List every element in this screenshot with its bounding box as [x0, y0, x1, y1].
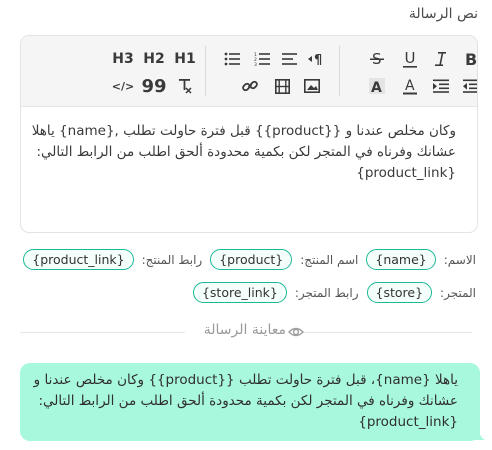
preview-header: معاينة الرسالة [20, 322, 472, 342]
italic-icon[interactable] [428, 48, 454, 70]
name-variable-label: الاسم: [443, 252, 476, 267]
toolbar-divider [205, 46, 206, 96]
editor-toolbar: H3 H2 H1 123 ¶ S U B </> 99 A A [21, 36, 477, 107]
product-link-variable-label: رابط المنتج: [141, 252, 203, 267]
svg-text:B: B [465, 51, 477, 67]
preview-line: ياهلا {name}، قبل فترة حاولت تطلب {{prod… [33, 372, 458, 388]
bold-icon[interactable]: B [458, 48, 477, 70]
video-icon[interactable] [269, 75, 295, 97]
heading1-button[interactable]: H1 [172, 48, 198, 70]
preview-message: ياهلا {name}، قبل فترة حاولت تطلب {{prod… [18, 370, 458, 433]
clear-format-icon[interactable] [172, 75, 198, 97]
name-variable-chip[interactable]: {name} [366, 249, 436, 270]
svg-text:A: A [405, 78, 415, 94]
toolbar-divider [339, 46, 340, 96]
bubble-tail [475, 428, 485, 440]
message-label: نص الرسالة [408, 6, 478, 22]
variables-row-store: المتجر: {store} رابط المتجر: {store_link… [185, 282, 476, 303]
outdent-icon[interactable] [458, 75, 477, 97]
message-editor[interactable]: H3 H2 H1 123 ¶ S U B </> 99 A A وكان مخل… [20, 35, 478, 233]
editor-line: عشانك وفرناه في المتجر لكن بكمية محدودة … [36, 144, 456, 160]
font-color-icon[interactable]: A [397, 75, 423, 97]
image-icon[interactable] [299, 75, 325, 97]
editor-content[interactable]: وكان مخلص عندنا و {{product}} قبل فترة ح… [31, 121, 456, 184]
preview-title: معاينة الرسالة [203, 322, 286, 338]
strikethrough-icon[interactable]: S [364, 48, 390, 70]
store-variable-chip[interactable]: {store} [366, 282, 433, 303]
indent-icon[interactable] [428, 75, 454, 97]
numbered-list-icon[interactable]: 123 [249, 48, 275, 70]
link-icon[interactable] [237, 75, 263, 97]
highlight-color-icon[interactable]: A [364, 75, 390, 97]
eye-icon [288, 327, 304, 337]
variables-row-product: الاسم: {name} اسم المنتج: {product} رابط… [15, 249, 476, 270]
product-link-variable-chip[interactable]: {product_link} [23, 249, 134, 270]
bulleted-list-icon[interactable] [219, 48, 245, 70]
editor-line: {product_link} [356, 165, 456, 181]
svg-text:A: A [371, 80, 382, 94]
svg-text:3: 3 [254, 62, 257, 66]
code-button[interactable]: </> [110, 75, 136, 97]
divider-line [302, 332, 472, 333]
heading2-button[interactable]: H2 [141, 48, 167, 70]
preview-line: عشانك وفرناه في المتجر لكن بكمية محدودة … [38, 393, 458, 409]
text-direction-icon[interactable]: ¶ [304, 48, 330, 70]
svg-text:¶: ¶ [314, 53, 322, 66]
store-link-variable-label: رابط المتجر: [294, 285, 359, 300]
store-link-variable-chip[interactable]: {store_link} [192, 282, 287, 303]
product-variable-chip[interactable]: {product} [210, 249, 293, 270]
editor-line: وكان مخلص عندنا و {{product}} قبل فترة ح… [31, 123, 456, 139]
heading3-button[interactable]: H3 [110, 48, 136, 70]
product-variable-label: اسم المنتج: [300, 252, 359, 267]
store-variable-label: المتجر: [440, 285, 476, 300]
quote-button[interactable]: 99 [141, 75, 167, 97]
align-icon[interactable] [277, 48, 303, 70]
svg-text:U: U [405, 51, 416, 67]
underline-icon[interactable]: U [397, 48, 423, 70]
preview-line: {product_link} [358, 414, 458, 430]
divider-line [20, 332, 185, 333]
